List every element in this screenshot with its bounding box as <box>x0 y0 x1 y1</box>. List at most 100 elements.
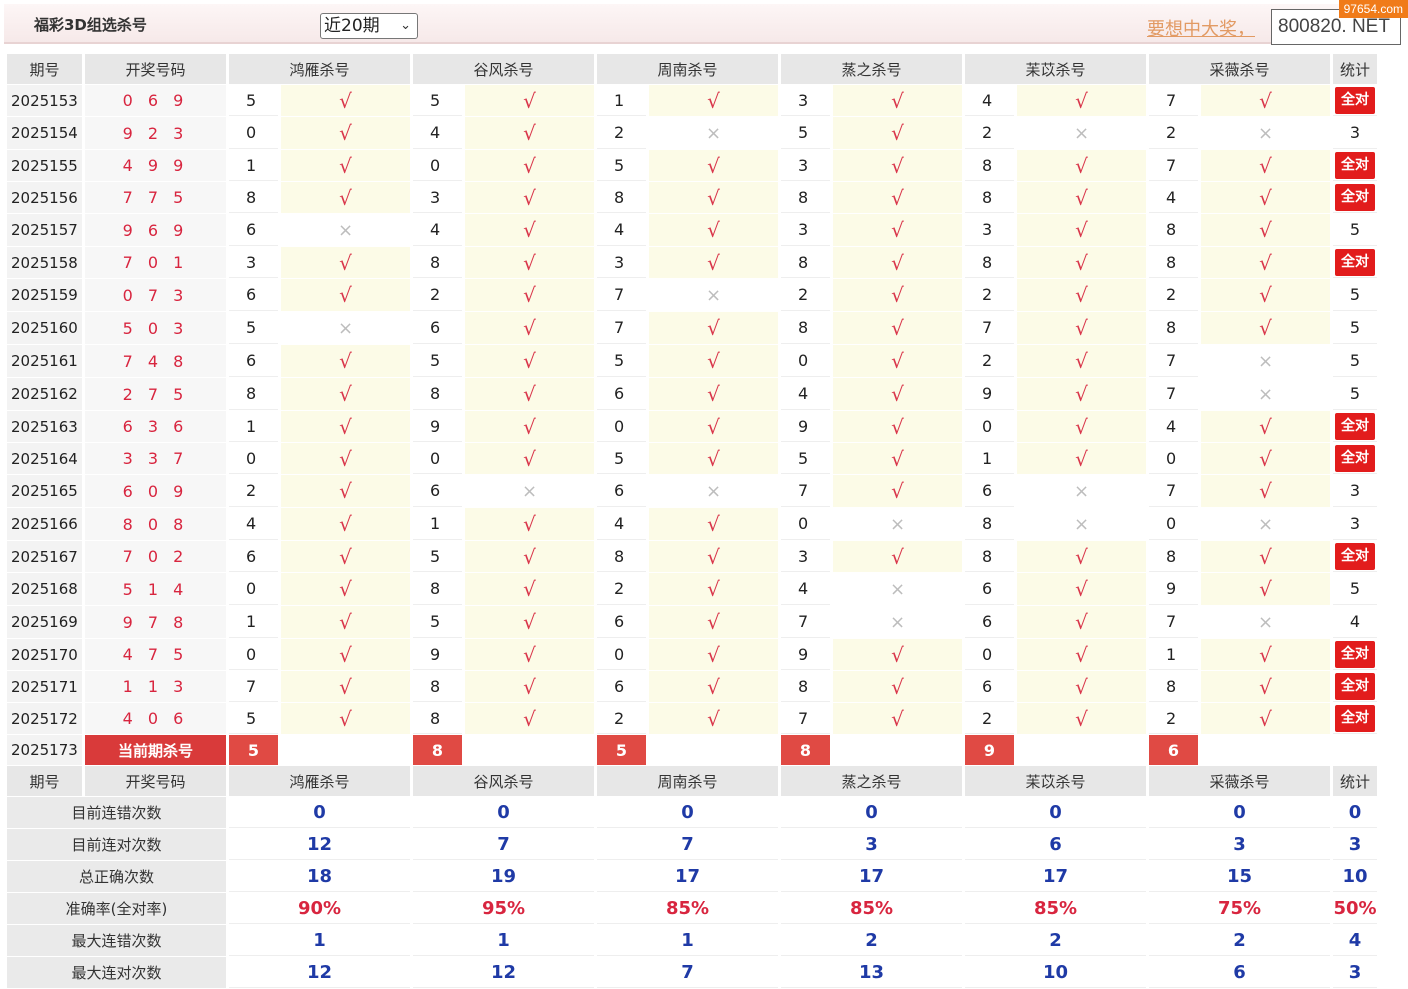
result-cell: √ <box>1017 671 1146 702</box>
sub-header-stat: 统计 <box>1333 766 1377 796</box>
result-cell: √ <box>1017 182 1146 213</box>
kill-number: 1 <box>229 150 278 181</box>
check-icon: √ <box>1075 642 1088 667</box>
current-issue-number: 2025173 <box>7 735 82 765</box>
sub-header-expert: 采薇杀号 <box>1149 766 1330 796</box>
kill-number: 2 <box>965 117 1014 149</box>
kill-number: 7 <box>781 606 830 638</box>
draw-number: 3 3 7 <box>85 443 226 474</box>
check-icon: √ <box>707 544 720 569</box>
summary-value: 6 <box>1149 957 1330 988</box>
summary-value: 85% <box>597 893 778 924</box>
result-cell: √ <box>649 150 778 181</box>
stat-count: 5 <box>1349 384 1361 403</box>
summary-value: 10 <box>965 957 1146 988</box>
check-icon: √ <box>707 512 720 536</box>
result-cell: √ <box>649 247 778 278</box>
sub-header-expert: 鸿雁杀号 <box>229 766 410 796</box>
stat-cell: 全对 <box>1333 247 1377 278</box>
kill-number: 1 <box>229 411 278 442</box>
promo-link[interactable]: 要想中大奖， <box>1147 15 1267 41</box>
result-cell: √ <box>1201 411 1330 442</box>
result-cell: × <box>833 573 962 605</box>
summary-value: 7 <box>597 829 778 860</box>
check-icon: √ <box>891 88 904 113</box>
check-icon: √ <box>523 610 536 634</box>
result-cell: √ <box>465 345 594 377</box>
check-icon: √ <box>1075 382 1088 406</box>
stat-cell: 全对 <box>1333 182 1377 213</box>
draw-number: 1 1 3 <box>85 671 226 702</box>
draw-number: 9 7 8 <box>85 606 226 638</box>
summary-label: 最大连对次数 <box>7 957 226 988</box>
all-correct-badge: 全对 <box>1335 704 1375 732</box>
kill-number: 0 <box>413 150 462 181</box>
draw-number: 4 9 9 <box>85 150 226 181</box>
stat-count: 5 <box>1349 351 1361 370</box>
kill-number: 3 <box>781 214 830 246</box>
result-cell: √ <box>281 606 410 638</box>
result-cell: √ <box>649 312 778 344</box>
sub-header-expert: 谷风杀号 <box>413 766 594 796</box>
check-icon: √ <box>707 577 720 601</box>
kill-number: 7 <box>1149 475 1198 507</box>
cross-icon: × <box>521 481 538 502</box>
issue-number: 2025153 <box>7 85 82 116</box>
result-cell: √ <box>1017 639 1146 670</box>
kill-number: 8 <box>1149 214 1198 246</box>
summary-value: 1 <box>229 925 410 956</box>
current-kill-spacer <box>1017 735 1146 765</box>
kill-number: 0 <box>965 411 1014 442</box>
cross-icon: × <box>705 481 722 502</box>
result-cell: √ <box>1201 85 1330 116</box>
kill-number: 0 <box>597 639 646 670</box>
kill-number: 4 <box>781 573 830 605</box>
kill-number: 2 <box>965 279 1014 311</box>
draw-number: 7 4 8 <box>85 345 226 377</box>
summary-value: 12 <box>229 829 410 860</box>
stat-cell: 5 <box>1333 345 1377 377</box>
stat-count: 3 <box>1349 481 1361 500</box>
sub-header-expert: 周南杀号 <box>597 766 778 796</box>
stat-cell: 全对 <box>1333 703 1377 734</box>
kill-number: 0 <box>965 639 1014 670</box>
result-cell: √ <box>1017 312 1146 344</box>
result-cell: √ <box>281 117 410 149</box>
check-icon: √ <box>339 88 352 113</box>
kill-number: 8 <box>1149 671 1198 702</box>
summary-value: 17 <box>965 861 1146 892</box>
result-cell: √ <box>1017 573 1146 605</box>
kill-number: 4 <box>413 214 462 246</box>
summary-value: 1 <box>597 925 778 956</box>
kill-number: 9 <box>965 378 1014 410</box>
summary-value: 17 <box>597 861 778 892</box>
stat-cell: 3 <box>1333 117 1377 149</box>
kill-number: 5 <box>229 85 278 116</box>
result-cell: √ <box>281 475 410 507</box>
stat-cell: 5 <box>1333 573 1377 605</box>
check-icon: √ <box>891 121 904 145</box>
result-cell: √ <box>281 279 410 311</box>
stat-cell: 4 <box>1333 606 1377 638</box>
check-icon: √ <box>707 610 720 634</box>
draw-number: 2 7 5 <box>85 378 226 410</box>
check-icon: √ <box>891 414 904 439</box>
kill-number: 4 <box>1149 411 1198 442</box>
check-icon: √ <box>1259 479 1272 503</box>
kill-number: 4 <box>1149 182 1198 213</box>
kill-number: 6 <box>597 671 646 702</box>
check-icon: √ <box>523 446 536 471</box>
stat-count: 5 <box>1349 285 1361 304</box>
kill-number: 0 <box>229 639 278 670</box>
period-select[interactable]: 近20期 ⌄ <box>320 13 418 39</box>
draw-number: 4 7 5 <box>85 639 226 670</box>
draw-number: 8 0 8 <box>85 508 226 540</box>
issue-number: 2025166 <box>7 508 82 540</box>
cross-icon: × <box>1073 123 1090 144</box>
kill-number: 4 <box>781 378 830 410</box>
result-cell: √ <box>649 541 778 572</box>
kill-number: 6 <box>965 671 1014 702</box>
kill-number: 8 <box>781 247 830 278</box>
summary-row: 目前连对次数 12 7 7 3 6 3 3 <box>7 829 1377 860</box>
kill-number: 3 <box>229 247 278 278</box>
